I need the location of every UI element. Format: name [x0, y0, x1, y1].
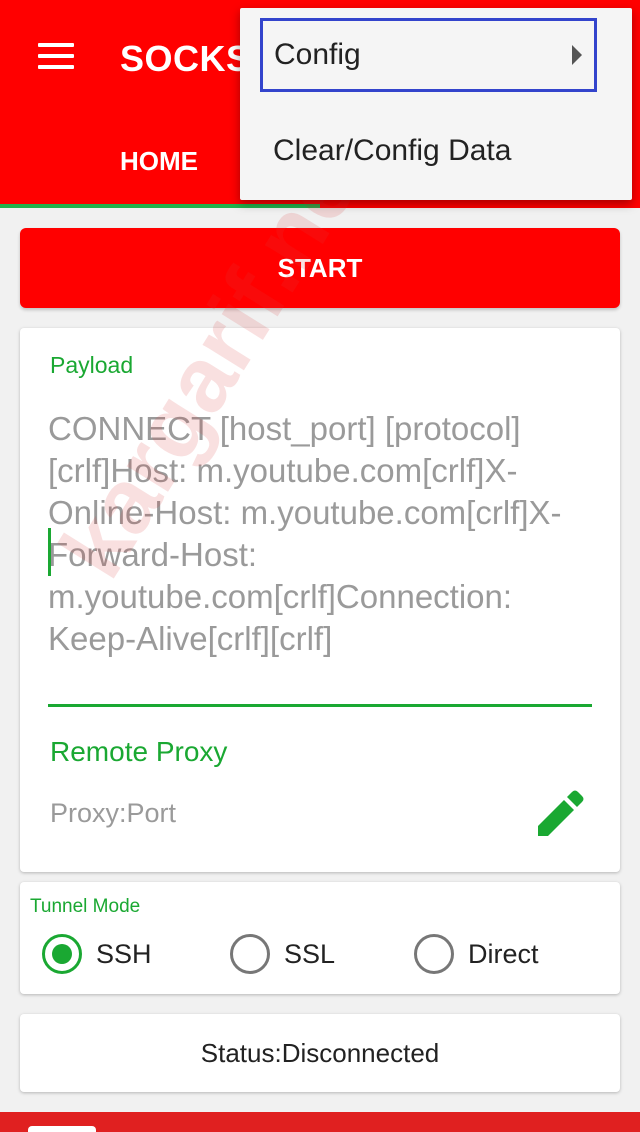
remote-proxy-label: Remote Proxy [50, 736, 228, 767]
text-cursor [48, 528, 51, 576]
remote-proxy-input[interactable]: Proxy:Port [50, 798, 176, 829]
radio-ssl-label: SSL [284, 938, 336, 969]
menu-item-clear-config-data[interactable]: Clear/Config Data [273, 134, 511, 168]
hamburger-menu-icon[interactable] [30, 36, 82, 76]
bottom-bar [0, 1112, 640, 1132]
payload-card: Payload CONNECT [host_port] [protocol][c… [20, 328, 620, 872]
radio-ssl[interactable]: SSL [230, 932, 335, 976]
radio-direct[interactable]: Direct [414, 932, 539, 976]
tunnel-mode-label: Tunnel Mode [30, 896, 141, 917]
tab-indicator [0, 204, 320, 208]
pencil-icon[interactable] [530, 784, 590, 844]
radio-ssh-circle[interactable] [42, 934, 82, 974]
status-text: Status:Disconnected [200, 1037, 440, 1068]
submenu-arrow-icon [572, 45, 582, 65]
menu-item-config[interactable]: Config [260, 18, 597, 92]
menu-item-config-label: Config [274, 38, 361, 71]
radio-ssh[interactable]: SSH [42, 932, 152, 976]
payload-input-underline [48, 704, 592, 707]
payload-label: Payload [50, 352, 134, 378]
overflow-menu: Config Clear/Config Data [240, 8, 632, 200]
status-card: Status:Disconnected [20, 1014, 620, 1092]
bottom-tab[interactable] [28, 1126, 96, 1132]
app-title: SOCKS [120, 38, 251, 79]
tab-home-label: HOME [120, 146, 198, 176]
start-button[interactable]: START [20, 228, 620, 308]
payload-input[interactable]: CONNECT [host_port] [protocol][crlf]Host… [48, 408, 598, 660]
tunnel-mode-card: Tunnel Mode SSH SSL Direct [20, 882, 620, 994]
radio-direct-label: Direct [468, 938, 539, 969]
radio-ssl-circle[interactable] [230, 934, 270, 974]
radio-ssh-label: SSH [96, 938, 152, 969]
radio-direct-circle[interactable] [414, 934, 454, 974]
